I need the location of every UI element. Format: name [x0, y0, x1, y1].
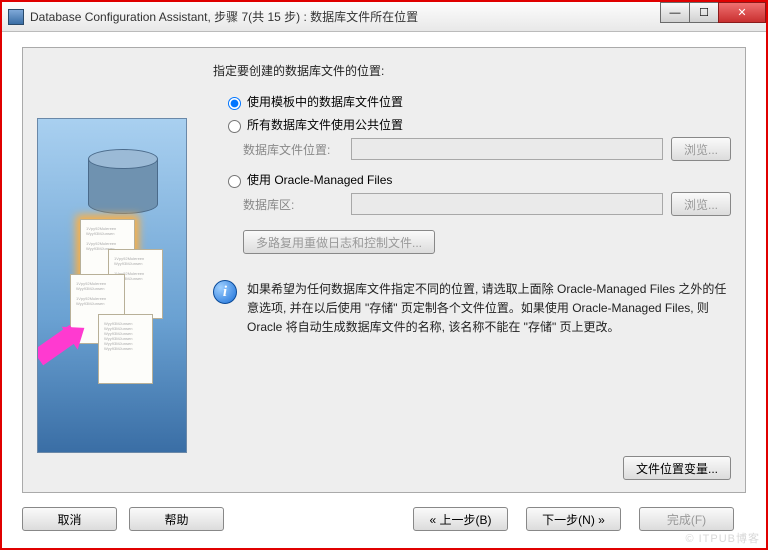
close-button[interactable]: ✕ — [718, 2, 766, 23]
option-omf[interactable]: 使用 Oracle-Managed Files — [223, 171, 731, 188]
watermark: © ITPUB博客 — [685, 530, 760, 546]
browse-button-1[interactable]: 浏览... — [671, 137, 731, 161]
multiplex-button[interactable]: 多路复用重做日志和控制文件... — [243, 230, 435, 254]
db-file-location-input[interactable] — [351, 138, 663, 160]
wizard-footer: 取消 帮助 « 上一步(B) 下一步(N) » 完成(F) — [22, 502, 746, 536]
db-file-location-label: 数据库文件位置: — [243, 141, 343, 158]
title-bar: Database Configuration Assistant, 步骤 7(共… — [2, 2, 766, 32]
main-area: 指定要创建的数据库文件的位置: 使用模板中的数据库文件位置 所有数据库文件使用公… — [213, 62, 731, 442]
finish-button[interactable]: 完成(F) — [639, 507, 734, 531]
database-icon — [88, 149, 158, 219]
help-button[interactable]: 帮助 — [129, 507, 224, 531]
prompt-label: 指定要创建的数据库文件的位置: — [213, 62, 731, 79]
option-common-location[interactable]: 所有数据库文件使用公共位置 — [223, 116, 731, 133]
info-text: 如果希望为任何数据库文件指定不同的位置, 请选取上面除 Oracle-Manag… — [247, 280, 731, 338]
browse-button-2[interactable]: 浏览... — [671, 192, 731, 216]
wizard-illustration: 1Vpy92MulereenWyy93MJunsen1Vpy92Mulereen… — [37, 118, 187, 453]
option-label: 使用模板中的数据库文件位置 — [247, 93, 403, 110]
minimize-button[interactable]: — — [660, 2, 690, 23]
common-location-row: 数据库文件位置: 浏览... — [243, 137, 731, 161]
content-panel: 1Vpy92MulereenWyy93MJunsen1Vpy92Mulereen… — [22, 47, 746, 493]
omf-row: 数据库区: 浏览... — [243, 192, 731, 216]
radio-common-location[interactable] — [228, 120, 241, 133]
option-label: 所有数据库文件使用公共位置 — [247, 116, 403, 133]
next-button[interactable]: 下一步(N) » — [526, 507, 621, 531]
file-icon: Wyy93MJunsenWyy93MJunsenWyy93MJunsenWyy9… — [98, 314, 153, 384]
maximize-button[interactable]: ☐ — [689, 2, 719, 23]
info-row: i 如果希望为任何数据库文件指定不同的位置, 请选取上面除 Oracle-Man… — [213, 280, 731, 338]
file-location-variables-button[interactable]: 文件位置变量... — [623, 456, 731, 480]
option-template-location[interactable]: 使用模板中的数据库文件位置 — [223, 93, 731, 110]
radio-omf[interactable] — [228, 175, 241, 188]
db-area-input[interactable] — [351, 193, 663, 215]
radio-template-location[interactable] — [228, 97, 241, 110]
option-label: 使用 Oracle-Managed Files — [247, 171, 392, 188]
back-button[interactable]: « 上一步(B) — [413, 507, 508, 531]
app-icon — [8, 9, 24, 25]
window-title: Database Configuration Assistant, 步骤 7(共… — [30, 8, 418, 25]
db-area-label: 数据库区: — [243, 196, 343, 213]
info-icon: i — [213, 280, 237, 304]
cancel-button[interactable]: 取消 — [22, 507, 117, 531]
window-controls: — ☐ ✕ — [661, 2, 766, 23]
